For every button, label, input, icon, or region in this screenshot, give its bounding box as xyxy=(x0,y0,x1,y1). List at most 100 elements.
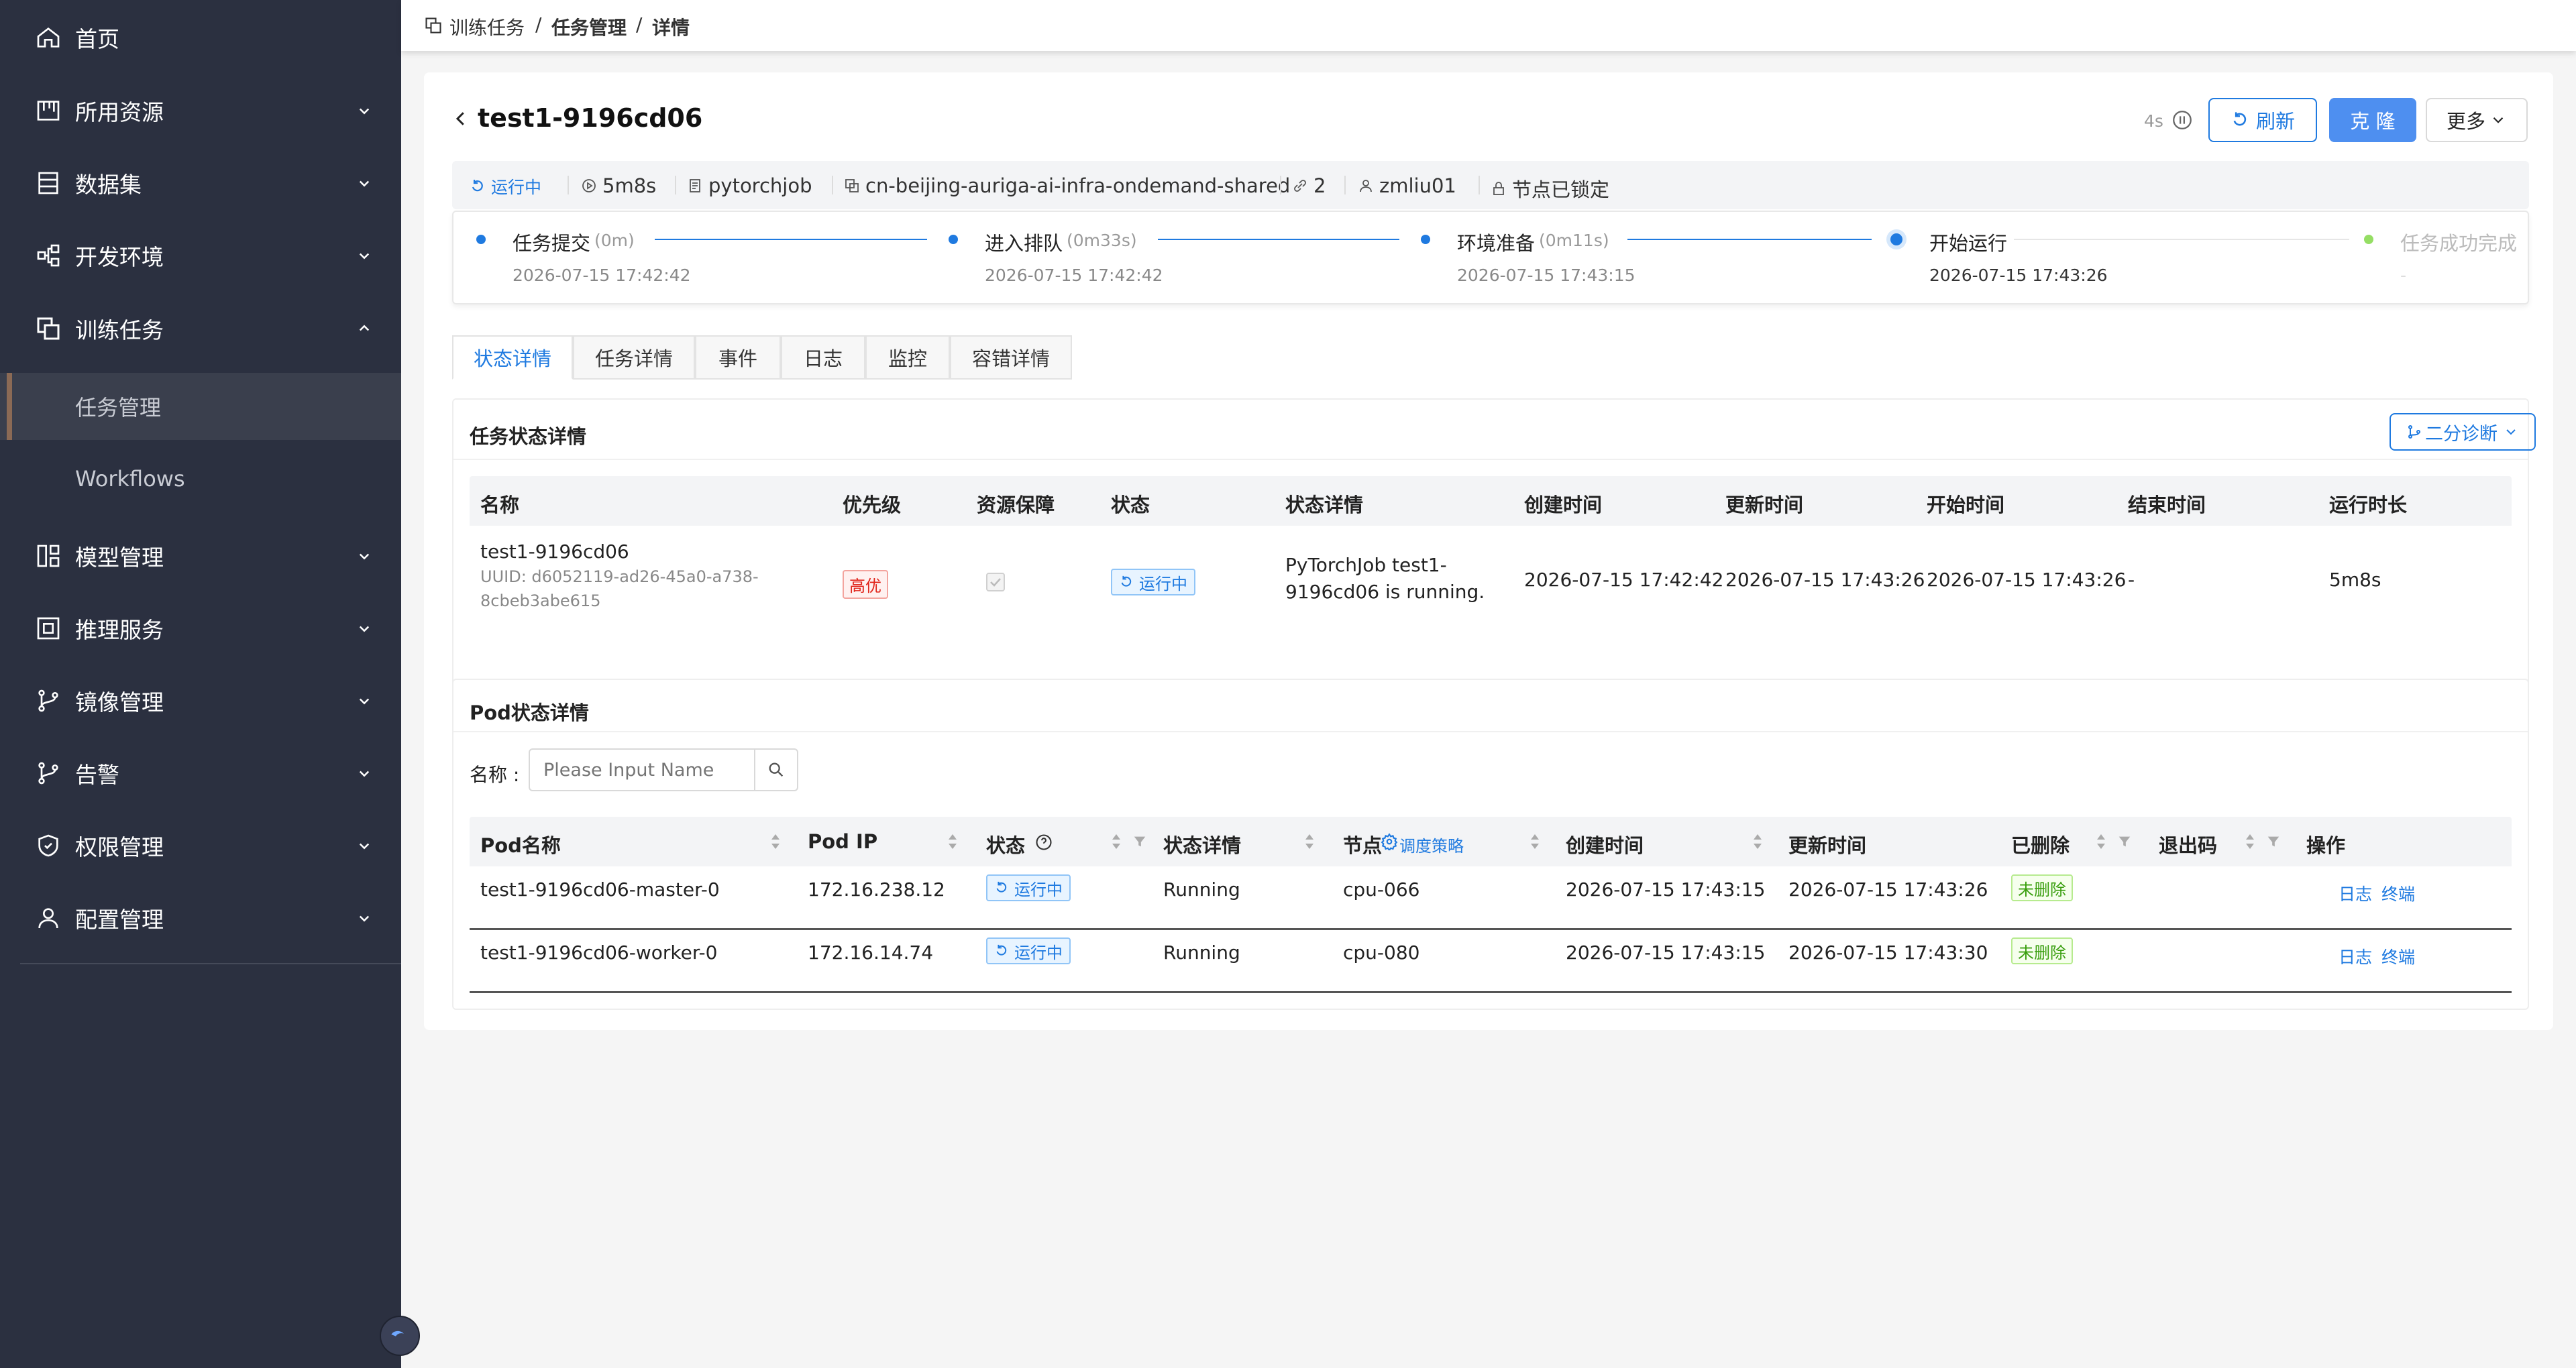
meta-separator xyxy=(1344,176,1346,194)
page-title: test1-9196cd06 xyxy=(478,103,703,133)
sidebar-item-config[interactable]: 配置管理 xyxy=(0,885,401,952)
filter-icon[interactable] xyxy=(2266,834,2281,849)
sidebar-item-dev-env[interactable]: 开发环境 xyxy=(0,222,401,289)
sidebar-item-alert[interactable]: 告警 xyxy=(0,740,401,807)
sidebar-item-resources[interactable]: 所用资源 xyxy=(0,77,401,144)
meta-separator xyxy=(832,176,833,194)
chevron-down-icon xyxy=(2493,117,2504,123)
sidebar-item-label: 推理服务 xyxy=(75,617,164,643)
search-button[interactable] xyxy=(754,748,798,791)
sort-icon[interactable] xyxy=(770,833,781,850)
priority-badge: 高优 xyxy=(843,570,888,599)
pod-ip: 172.16.14.74 xyxy=(808,942,934,964)
sidebar-collapse-button[interactable] xyxy=(380,1316,420,1356)
sidebar-item-training[interactable]: 训练任务 xyxy=(0,295,401,362)
dev-env-icon xyxy=(37,244,60,267)
meta-duration: 5m8s xyxy=(581,174,656,197)
step-connector xyxy=(1627,239,1872,240)
tab-label: 事件 xyxy=(718,347,757,370)
sidebar-item-label: 开发环境 xyxy=(75,244,164,270)
model-icon xyxy=(37,545,60,567)
sidebar-item-label: 权限管理 xyxy=(75,834,164,860)
meta-separator xyxy=(568,176,569,194)
column-header: 退出码 xyxy=(2159,834,2218,857)
diagnose-button[interactable]: 二分诊断 xyxy=(2390,413,2536,451)
pause-icon[interactable] xyxy=(2171,109,2194,131)
sidebar-item-label: 模型管理 xyxy=(75,545,164,571)
chevron-down-icon xyxy=(359,626,370,632)
status-text: 运行中 xyxy=(1139,574,1187,593)
log-link[interactable]: 日志 xyxy=(2339,881,2372,905)
divider xyxy=(453,459,2528,460)
deleted-badge: 未删除 xyxy=(2011,937,2073,964)
filter-icon[interactable] xyxy=(2117,834,2132,849)
sidebar-item-dataset[interactable]: 数据集 xyxy=(0,150,401,217)
alert-icon xyxy=(38,762,58,785)
tab-fault-tolerance[interactable]: 容错详情 xyxy=(950,335,1072,380)
settings-icon[interactable] xyxy=(1381,833,1398,850)
log-link[interactable]: 日志 xyxy=(2339,944,2372,968)
sidebar-item-home[interactable]: 首页 xyxy=(0,4,401,71)
tab-task-detail[interactable]: 任务详情 xyxy=(573,335,695,380)
dataset-icon xyxy=(38,172,58,194)
pod-name-search-input[interactable] xyxy=(529,748,755,791)
step-dot xyxy=(1421,235,1430,244)
more-button[interactable]: 更多 xyxy=(2426,98,2528,142)
schedule-policy-link[interactable]: 调度策略 xyxy=(1399,833,1464,856)
column-header: 创建时间 xyxy=(1524,494,1603,516)
help-icon[interactable] xyxy=(1034,833,1053,852)
sidebar-item-model[interactable]: 模型管理 xyxy=(0,522,401,589)
column-header: 操作 xyxy=(2306,834,2346,857)
clone-button[interactable]: 克 隆 xyxy=(2329,98,2416,142)
sidebar-subitem-workflows[interactable]: Workflows xyxy=(0,445,401,512)
sidebar-item-permission[interactable]: 权限管理 xyxy=(0,812,401,879)
tab-label: 日志 xyxy=(803,347,843,370)
cluster-icon xyxy=(845,179,859,192)
breadcrumb-item[interactable]: 任务管理 xyxy=(551,13,627,40)
branch-icon xyxy=(2408,425,2420,439)
sort-icon[interactable] xyxy=(947,833,958,850)
back-icon[interactable] xyxy=(451,109,471,129)
tab-status-detail[interactable]: 状态详情 xyxy=(452,335,573,380)
step-connector xyxy=(1158,239,1399,240)
deleted-badge: 未删除 xyxy=(2011,874,2073,901)
tab-events[interactable]: 事件 xyxy=(695,335,781,380)
sidebar-item-label: 告警 xyxy=(75,762,119,788)
sort-icon[interactable] xyxy=(2096,833,2106,850)
filter-icon[interactable] xyxy=(1132,834,1147,849)
step-dot xyxy=(2364,235,2373,244)
lock-icon xyxy=(1493,182,1504,195)
step-time: 2026-07-15 17:43:15 xyxy=(1457,266,1635,285)
sort-icon[interactable] xyxy=(1752,833,1763,850)
pod-ip: 172.16.238.12 xyxy=(808,878,945,901)
sort-icon[interactable] xyxy=(1529,833,1540,850)
column-header: 状态 xyxy=(986,834,1026,857)
end-time: - xyxy=(2128,569,2135,591)
sort-icon[interactable] xyxy=(2245,833,2255,850)
refresh-icon xyxy=(2233,112,2247,126)
sort-icon[interactable] xyxy=(1111,833,1122,850)
sort-icon[interactable] xyxy=(1304,833,1315,850)
step-dot xyxy=(476,235,486,244)
refresh-button[interactable]: 刷新 xyxy=(2208,98,2317,142)
meta-owner-text: zmliu01 xyxy=(1379,174,1456,197)
tab-monitor[interactable]: 监控 xyxy=(865,335,950,380)
sidebar-item-image[interactable]: 镜像管理 xyxy=(0,667,401,734)
sidebar-subitem-task-management[interactable]: 任务管理 xyxy=(0,373,401,440)
status-badge: 运行中 xyxy=(986,874,1071,901)
tab-logs[interactable]: 日志 xyxy=(781,335,865,380)
status-detail: 9196cd06 is running. xyxy=(1285,581,1485,603)
sidebar-item-label: Workflows xyxy=(75,466,185,492)
sidebar-item-label: 任务管理 xyxy=(75,395,162,420)
terminal-link[interactable]: 终端 xyxy=(2381,881,2415,905)
column-header: 结束时间 xyxy=(2128,494,2206,516)
chevron-down-icon xyxy=(359,843,370,850)
sidebar-item-inference[interactable]: 推理服务 xyxy=(0,595,401,662)
breadcrumb-item[interactable]: 训练任务 xyxy=(449,13,525,40)
terminal-link[interactable]: 终端 xyxy=(2381,944,2415,968)
step-title: 任务成功完成 xyxy=(2400,232,2518,255)
column-header: 资源保障 xyxy=(977,494,1055,516)
sidebar-item-label: 训练任务 xyxy=(75,317,164,343)
updated-time: 2026-07-15 17:43:26 xyxy=(1725,569,1925,591)
task-name: test1-9196cd06 xyxy=(480,540,629,563)
